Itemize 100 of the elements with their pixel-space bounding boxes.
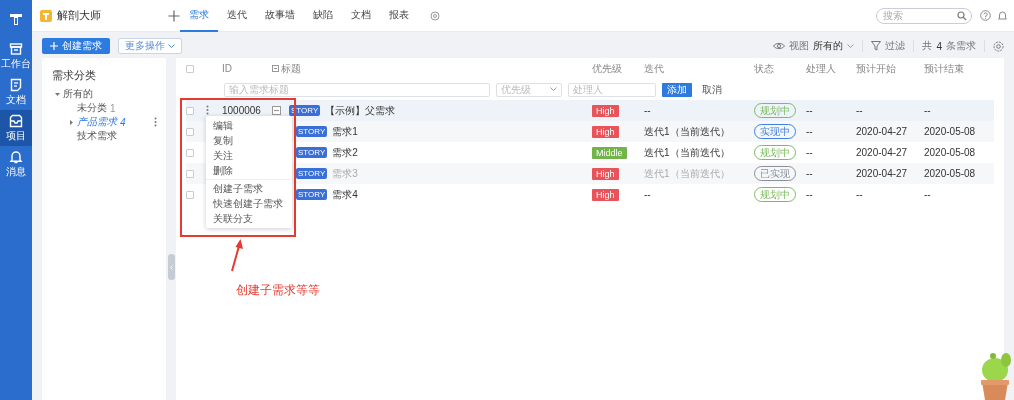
create-button[interactable]: 创建需求 — [42, 38, 110, 54]
tree-item[interactable]: 产品需求 4 — [77, 115, 126, 129]
column-header: ID — [222, 63, 233, 74]
tree-item[interactable]: 未分类 1 — [77, 101, 116, 115]
column-header: 标题 — [281, 61, 301, 76]
collapse-icon[interactable] — [272, 106, 281, 115]
iteration-cell-text: 迭代1（当前迭代） — [644, 166, 731, 181]
id-cell-text: 1000006 — [222, 105, 262, 116]
inbox-icon — [9, 113, 23, 128]
column-header: 处理人 — [806, 61, 837, 76]
chevron-down-icon — [847, 43, 855, 49]
project-logo-icon — [40, 9, 52, 22]
end-date-cell-text: 2020-05-08 — [924, 168, 977, 179]
priority-tag: High — [592, 125, 619, 138]
story-badge: STORY — [296, 168, 328, 179]
menu-item[interactable]: 关联分支 — [206, 211, 292, 226]
title-cell[interactable]: 需求2 — [332, 145, 358, 160]
menu-item[interactable]: 快速创建子需求 — [206, 196, 292, 211]
story-badge: STORY — [296, 126, 328, 137]
row-checkbox[interactable] — [186, 127, 194, 136]
archive-icon — [9, 41, 23, 56]
eye-icon — [773, 42, 786, 50]
settings-icon[interactable] — [993, 40, 1004, 52]
start-date-cell-text: 2020-04-27 — [856, 168, 909, 179]
iteration-cell-text: -- — [644, 189, 652, 200]
collapse-handle[interactable] — [167, 254, 175, 280]
project-name: 解剖大师 — [57, 8, 101, 23]
start-date-cell-text: -- — [856, 105, 864, 116]
column-header: 迭代 — [644, 61, 665, 76]
menu-item[interactable]: 关注 — [206, 148, 292, 163]
chevron-left-icon — [169, 264, 173, 270]
tab[interactable]: 缺陷 — [304, 0, 342, 32]
row-checkbox[interactable] — [186, 106, 194, 115]
priority-tag: Middle — [592, 146, 627, 159]
row-checkbox[interactable] — [186, 148, 194, 157]
view-selector[interactable]: 视图 所有的 — [773, 39, 855, 53]
arrow-icon — [230, 238, 244, 272]
tab[interactable]: 报表 — [380, 0, 418, 32]
start-date-cell-text: 2020-04-27 — [856, 126, 909, 137]
nav-rail-item[interactable]: 文档 — [0, 74, 32, 110]
search-icon — [957, 10, 967, 21]
tab[interactable]: 迭代 — [218, 0, 256, 32]
assignee-cell-text: -- — [806, 147, 814, 158]
column-header: 预计开始 — [856, 61, 897, 76]
title-cell[interactable]: 需求4 — [332, 187, 358, 202]
end-date-cell-text: -- — [924, 189, 932, 200]
menu-item[interactable]: 删除 — [206, 163, 292, 178]
iteration-cell-text: 迭代1（当前迭代） — [644, 145, 731, 160]
document-icon — [9, 77, 23, 92]
chevron-down-icon — [550, 87, 557, 92]
more-actions-button[interactable]: 更多操作 — [118, 38, 182, 54]
assignee-cell-text: -- — [806, 105, 814, 116]
end-date-cell-text: 2020-05-08 — [924, 147, 977, 158]
assignee-cell-text: -- — [806, 168, 814, 179]
iteration-cell-text: -- — [644, 105, 652, 116]
priority-tag: High — [592, 188, 619, 201]
menu-item[interactable]: 创建子需求 — [206, 181, 292, 196]
row-checkbox[interactable] — [186, 169, 194, 178]
nav-rail-item[interactable]: 工作台 — [0, 38, 32, 74]
end-date-cell-text: 2020-05-08 — [924, 126, 977, 137]
row-checkbox[interactable] — [186, 190, 194, 199]
help-icon[interactable] — [980, 10, 991, 21]
story-badge: STORY — [296, 147, 328, 158]
select-all-checkbox[interactable] — [186, 64, 194, 73]
cancel-button[interactable]: 取消 — [698, 82, 726, 97]
chevron-down-icon — [168, 43, 175, 49]
tree-item[interactable]: 技术需求 — [77, 129, 117, 143]
funnel-icon — [871, 41, 882, 51]
title-cell[interactable]: 【示例】父需求 — [325, 103, 396, 118]
collapse-icon — [272, 65, 279, 72]
column-header: 状态 — [754, 61, 775, 76]
menu-item[interactable]: 编辑 — [206, 118, 292, 133]
end-date-cell-text: -- — [924, 105, 932, 116]
assignee-cell-text: -- — [806, 189, 814, 200]
iteration-cell-text: 迭代1（当前迭代） — [644, 124, 731, 139]
tree-title: 需求分类 — [52, 68, 97, 83]
more-icon — [154, 117, 157, 127]
tab[interactable]: 故事墙 — [256, 0, 304, 32]
filter-button[interactable]: 过滤 — [871, 39, 906, 53]
plus-icon — [50, 42, 58, 50]
tab[interactable]: 文档 — [342, 0, 380, 32]
title-cell[interactable]: 需求1 — [332, 124, 358, 139]
settings-icon[interactable] — [430, 10, 440, 21]
column-header: 预计结束 — [924, 61, 965, 76]
priority-tag: High — [592, 104, 619, 117]
column-header: 优先级 — [592, 61, 623, 76]
priority-tag: High — [592, 167, 619, 180]
tree-item[interactable]: 所有的 — [63, 87, 93, 101]
add-button[interactable]: 添加 — [662, 82, 692, 97]
plus-icon[interactable] — [168, 9, 180, 22]
nav-rail-item[interactable]: 项目 — [0, 110, 32, 146]
more-icon[interactable] — [206, 104, 209, 115]
logo-icon — [9, 12, 23, 26]
start-date-cell-text: -- — [856, 189, 864, 200]
bell-icon — [9, 149, 23, 164]
annotation-text: 创建子需求等等 — [236, 282, 320, 299]
nav-rail-item[interactable]: 消息 — [0, 146, 32, 182]
menu-item[interactable]: 复制 — [206, 133, 292, 148]
bell-icon[interactable] — [997, 10, 1008, 21]
start-date-cell-text: 2020-04-27 — [856, 147, 909, 158]
